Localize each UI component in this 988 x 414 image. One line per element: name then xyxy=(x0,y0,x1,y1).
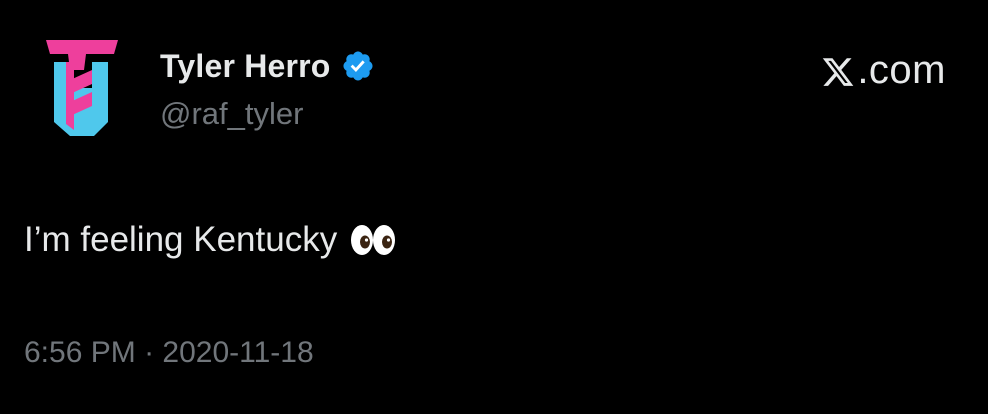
handle[interactable]: @raf_tyler xyxy=(160,96,375,132)
avatar[interactable] xyxy=(44,40,120,140)
tweet-date: 2020-11-18 xyxy=(162,336,314,369)
timestamp[interactable]: 6:56 PM · 2020-11-18 xyxy=(24,336,314,370)
th-monogram-logo-icon xyxy=(46,40,118,136)
eyes-icon xyxy=(349,223,397,257)
author-info: Tyler Herro @raf_tyler xyxy=(160,46,375,132)
tweet-time: 6:56 PM xyxy=(24,336,136,369)
verified-badge-icon xyxy=(341,49,375,83)
tweet-body: I’m feeling Kentucky xyxy=(24,220,338,259)
x-logo-icon xyxy=(821,54,855,88)
display-name[interactable]: Tyler Herro xyxy=(160,48,331,85)
tweet-card: Tyler Herro @raf_tyler .com I’m feeling … xyxy=(0,0,988,414)
tweet-text: I’m feeling Kentucky xyxy=(24,220,397,260)
timestamp-separator: · xyxy=(144,336,155,369)
brand-domain: .com xyxy=(857,48,946,92)
brand-label: .com xyxy=(821,48,946,93)
name-row: Tyler Herro xyxy=(160,46,375,86)
